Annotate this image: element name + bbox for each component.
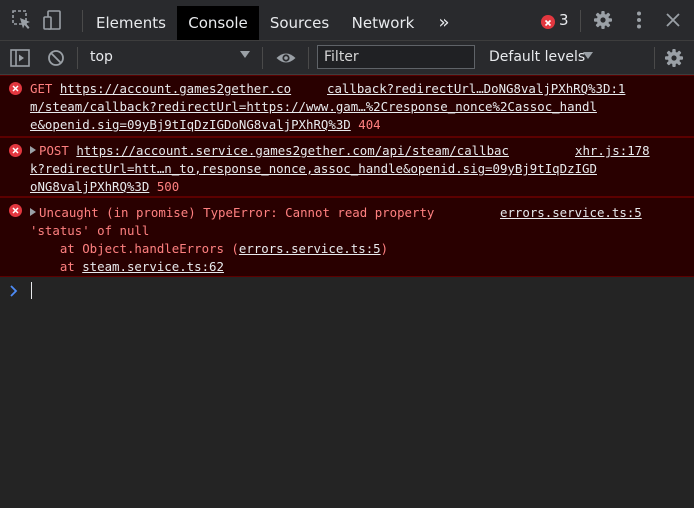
stack-frame-text: )	[380, 241, 389, 256]
console-error-message: GET https://account.games2gether.co call…	[0, 75, 694, 137]
toolbar-divider	[82, 10, 83, 32]
context-selector[interactable]: top	[90, 49, 113, 65]
live-expression-eye-icon[interactable]	[275, 47, 297, 69]
inspect-element-icon[interactable]	[11, 9, 33, 31]
console-prompt-chevron-icon	[9, 283, 19, 302]
more-options-icon[interactable]	[628, 9, 650, 31]
tab-elements[interactable]: Elements	[88, 6, 174, 40]
source-location-link[interactable]: errors.service.ts:5	[500, 204, 642, 222]
show-sidebar-icon[interactable]	[9, 47, 31, 69]
request-url-link[interactable]: oNG8valjPXhRQ%3D	[30, 179, 149, 194]
devtools-tabbar: Elements Console Sources Network » 3	[0, 0, 694, 41]
more-tabs-button[interactable]: »	[430, 6, 458, 40]
error-icon	[9, 204, 22, 217]
tab-console[interactable]: Console	[177, 6, 259, 40]
expand-triangle-icon[interactable]	[30, 208, 36, 216]
request-url-link[interactable]: k?redirectUrl=htt…n_to,response_nonce,as…	[30, 161, 597, 176]
error-icon	[9, 82, 22, 95]
chevron-down-icon[interactable]	[583, 52, 593, 59]
stack-frame: at Object.handleErrors (errors.service.t…	[30, 240, 388, 258]
status-code: 404	[350, 117, 381, 132]
message-line: Uncaught (in promise) TypeError: Cannot …	[30, 204, 434, 222]
error-icon	[9, 144, 22, 157]
settings-gear-icon[interactable]	[592, 9, 614, 31]
http-method: GET	[30, 81, 60, 96]
http-method: POST	[39, 143, 77, 158]
message-line: POST https://account.service.games2gethe…	[30, 142, 509, 160]
stack-frame: at steam.service.ts:62	[30, 258, 224, 276]
clear-console-icon[interactable]	[45, 47, 67, 69]
source-location-link[interactable]: xhr.js:178	[575, 142, 650, 160]
console-settings-gear-icon[interactable]	[663, 47, 685, 69]
error-count-icon[interactable]	[541, 15, 555, 29]
device-toolbar-icon[interactable]	[42, 9, 64, 31]
message-line: 'status' of null	[30, 222, 149, 240]
stack-frame-link[interactable]: errors.service.ts:5	[239, 241, 381, 256]
message-line: oNG8valjPXhRQ%3D 500	[30, 178, 179, 196]
console-error-message: Uncaught (in promise) TypeError: Cannot …	[0, 197, 694, 277]
request-url-link[interactable]: https://account.games2gether.co	[60, 81, 291, 96]
close-icon[interactable]	[662, 9, 684, 31]
toolbar-divider	[654, 47, 655, 69]
tab-network[interactable]: Network	[341, 6, 425, 40]
tab-sources[interactable]: Sources	[261, 6, 338, 40]
message-line: e&openid.sig=09yBj9tIqDzIGDoNG8valjPXhRQ…	[30, 116, 381, 134]
error-count[interactable]: 3	[559, 11, 569, 29]
message-line: k?redirectUrl=htt…n_to,response_nonce,as…	[30, 160, 597, 178]
message-line: m/steam/callback?redirectUrl=https://www…	[30, 98, 597, 116]
console-input-cursor[interactable]	[31, 282, 32, 299]
request-url-link[interactable]: https://account.service.games2gether.com…	[76, 143, 509, 158]
stack-frame-text: at	[30, 259, 83, 274]
toolbar-divider	[262, 47, 263, 69]
log-levels-dropdown[interactable]: Default levels	[489, 49, 585, 65]
error-text: 'status' of null	[30, 223, 150, 238]
toolbar-divider	[308, 47, 309, 69]
stack-frame-text: at Object.handleErrors (	[30, 241, 239, 256]
source-location-link[interactable]: callback?redirectUrl…DoNG8valjPXhRQ%3D:1	[327, 80, 625, 98]
filter-input[interactable]	[317, 45, 475, 69]
stack-frame-link[interactable]: steam.service.ts:62	[82, 259, 224, 274]
console-toolbar: top Default levels	[0, 41, 694, 75]
status-code: 500	[149, 179, 180, 194]
error-text: Uncaught (in promise) TypeError: Cannot …	[39, 205, 435, 220]
toolbar-divider	[77, 47, 78, 69]
request-url-link[interactable]: e&openid.sig=09yBj9tIqDzIGDoNG8valjPXhRQ…	[30, 117, 351, 132]
console-error-message: POST https://account.service.games2gethe…	[0, 137, 694, 197]
request-url-link[interactable]: m/steam/callback?redirectUrl=https://www…	[30, 99, 597, 114]
chevron-down-icon[interactable]	[240, 51, 250, 58]
expand-triangle-icon[interactable]	[30, 146, 36, 154]
toolbar-divider	[580, 10, 581, 32]
message-line: GET https://account.games2gether.co	[30, 80, 291, 98]
